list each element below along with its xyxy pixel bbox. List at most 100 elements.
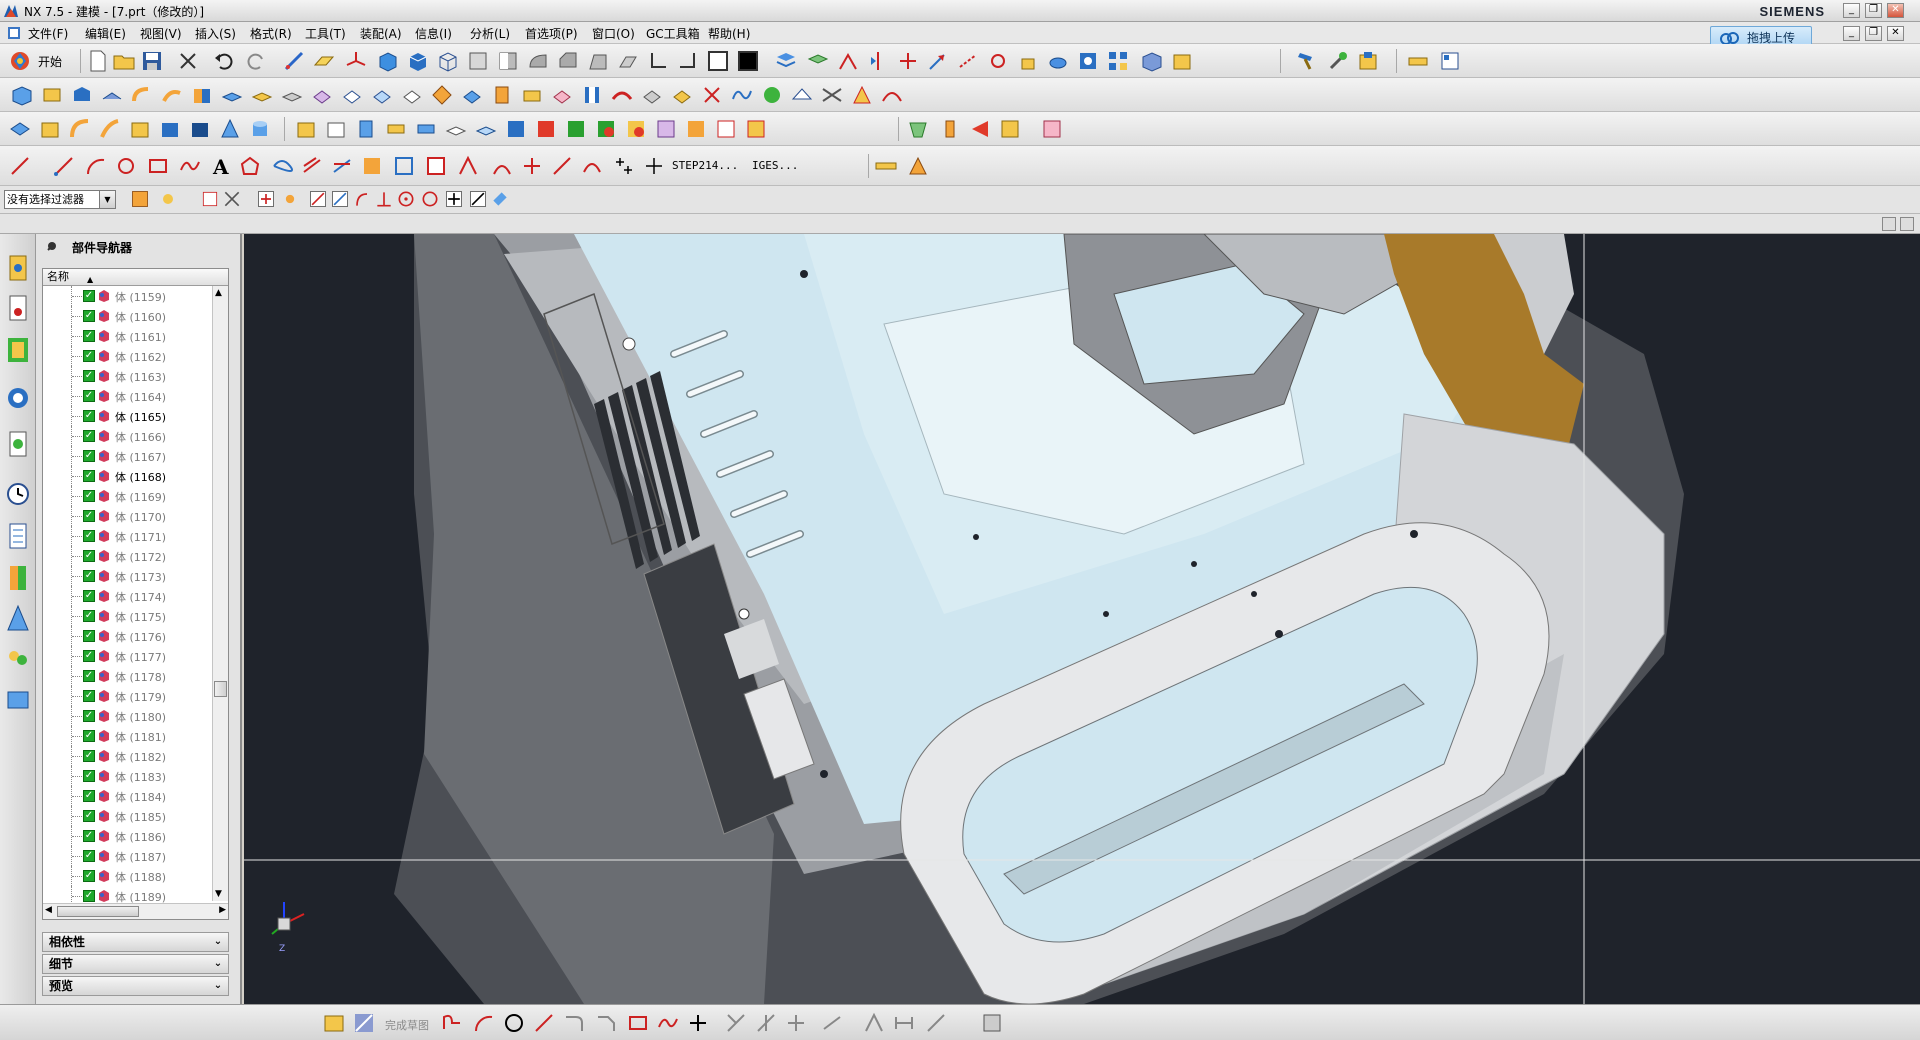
ruled-surface-icon[interactable] [790, 83, 814, 107]
menu-insert[interactable]: 插入(S) [195, 25, 236, 42]
tree-row[interactable]: ✓ 体 (1170) [43, 506, 213, 526]
move-layer-icon[interactable] [806, 49, 830, 73]
point-plus-icon[interactable] [642, 154, 666, 178]
visibility-checkbox[interactable]: ✓ [83, 550, 95, 562]
tree-row[interactable]: ✓ 体 (1183) [43, 766, 213, 786]
tree-row[interactable]: ✓ 体 (1184) [43, 786, 213, 806]
component-icon[interactable] [1170, 49, 1194, 73]
tree-row[interactable]: ✓ 体 (1165) [43, 406, 213, 426]
visibility-checkbox[interactable]: ✓ [83, 330, 95, 342]
divide-curve-icon[interactable] [550, 154, 574, 178]
boolean-a-icon[interactable] [594, 117, 618, 141]
unite-icon[interactable] [504, 117, 528, 141]
sketch-line-icon[interactable] [532, 1011, 556, 1035]
menu-preferences[interactable]: 首选项(P) [525, 25, 578, 42]
pattern-icon[interactable] [1106, 49, 1130, 73]
scroll-up-icon[interactable]: ▲ [215, 288, 222, 298]
measure-distance-icon[interactable] [956, 49, 980, 73]
menu-view[interactable]: 视图(V) [140, 25, 182, 42]
corner-relief-icon[interactable] [430, 83, 454, 107]
swoop-icon[interactable] [880, 83, 904, 107]
doc-minimize-button[interactable]: _ [1843, 26, 1860, 41]
face-color-icon[interactable] [760, 83, 784, 107]
visibility-checkbox[interactable]: ✓ [83, 290, 95, 302]
save-icon[interactable] [140, 49, 164, 73]
sketch-spline-icon[interactable] [656, 1011, 680, 1035]
move-face-icon[interactable] [38, 117, 62, 141]
assembly-icon[interactable] [1140, 49, 1164, 73]
angle-icon[interactable] [676, 49, 700, 73]
boolean-e-icon[interactable] [714, 117, 738, 141]
sketch-settings-icon[interactable] [980, 1011, 1004, 1035]
trim-curve-icon[interactable] [520, 154, 544, 178]
visibility-checkbox[interactable]: ✓ [83, 890, 95, 902]
sketch-arc-icon[interactable] [472, 1011, 496, 1035]
boolean-b-icon[interactable] [624, 117, 648, 141]
extrude-icon[interactable] [1016, 49, 1040, 73]
stamping-icon[interactable] [998, 117, 1022, 141]
extract-icon[interactable] [670, 83, 694, 107]
menu-information[interactable]: 信息(I) [415, 25, 452, 42]
tree-row[interactable]: ✓ 体 (1180) [43, 706, 213, 726]
project-curve-icon[interactable] [330, 154, 354, 178]
wireframe-cube-icon[interactable] [436, 49, 460, 73]
tree-row[interactable]: ✓ 体 (1178) [43, 666, 213, 686]
doc-restore-button[interactable]: ❐ [1865, 26, 1882, 41]
visibility-checkbox[interactable]: ✓ [83, 570, 95, 582]
visibility-checkbox[interactable]: ✓ [83, 510, 95, 522]
blend-icon[interactable] [526, 49, 550, 73]
tree-row[interactable]: ✓ 体 (1163) [43, 366, 213, 386]
unbend-icon[interactable] [160, 83, 184, 107]
full-screen-icon[interactable] [1900, 217, 1914, 231]
tree-row[interactable]: ✓ 体 (1186) [43, 826, 213, 846]
tree-row[interactable]: ✓ 体 (1187) [43, 846, 213, 866]
menu-window[interactable]: 窗口(O) [592, 25, 635, 42]
sketch-task-icon[interactable] [322, 1011, 346, 1035]
part-navigator-icon[interactable] [4, 334, 32, 366]
intersect-icon[interactable] [564, 117, 588, 141]
process-studio-icon[interactable] [4, 562, 32, 594]
visibility-checkbox[interactable]: ✓ [83, 750, 95, 762]
line-icon[interactable] [8, 154, 32, 178]
visibility-checkbox[interactable]: ✓ [83, 650, 95, 662]
snap-quadrant-icon[interactable] [420, 189, 440, 209]
contour-flange-icon[interactable] [100, 83, 124, 107]
tree-row[interactable]: ✓ 体 (1161) [43, 326, 213, 346]
roles-icon[interactable] [4, 644, 32, 676]
through-curves-icon[interactable] [820, 83, 844, 107]
split-body-icon[interactable] [580, 83, 604, 107]
patch-icon[interactable] [640, 83, 664, 107]
shaded-view-icon[interactable] [466, 49, 490, 73]
snap-perpendicular-icon[interactable] [374, 189, 394, 209]
groove-icon[interactable] [414, 117, 438, 141]
cut-icon[interactable] [176, 49, 200, 73]
visibility-checkbox[interactable]: ✓ [83, 430, 95, 442]
tree-row[interactable]: ✓ 体 (1179) [43, 686, 213, 706]
circle-icon[interactable] [114, 154, 138, 178]
pin-icon[interactable] [46, 240, 58, 252]
thicken-icon[interactable] [460, 83, 484, 107]
rebend-icon[interactable] [190, 83, 214, 107]
pocket-icon[interactable] [324, 117, 348, 141]
cylinder-icon[interactable] [248, 117, 272, 141]
louver-icon[interactable] [250, 83, 274, 107]
new-file-icon[interactable] [86, 49, 110, 73]
sketch-circle-icon[interactable] [502, 1011, 526, 1035]
visibility-checkbox[interactable]: ✓ [83, 870, 95, 882]
menu-analysis[interactable]: 分析(L) [470, 25, 510, 42]
point-icon[interactable] [896, 49, 920, 73]
transform-icon[interactable] [836, 49, 860, 73]
dependencies-panel[interactable]: 相依性 ⌄ [42, 932, 229, 952]
snap-existing-point-icon[interactable] [490, 189, 510, 209]
manufacturing-wizard-icon[interactable] [4, 602, 32, 634]
sketch-fillet-icon[interactable] [562, 1011, 586, 1035]
step214-export-button[interactable]: STEP214... [672, 159, 738, 172]
boolean-d-icon[interactable] [684, 117, 708, 141]
visibility-checkbox[interactable]: ✓ [83, 350, 95, 362]
snap-settings-icon[interactable] [130, 189, 150, 209]
sketch-rectangle-icon[interactable] [626, 1011, 650, 1035]
offset-sketch-icon[interactable] [820, 1011, 844, 1035]
sketch-icon[interactable] [282, 49, 306, 73]
flange-icon[interactable] [70, 83, 94, 107]
wave-icon[interactable] [730, 83, 754, 107]
